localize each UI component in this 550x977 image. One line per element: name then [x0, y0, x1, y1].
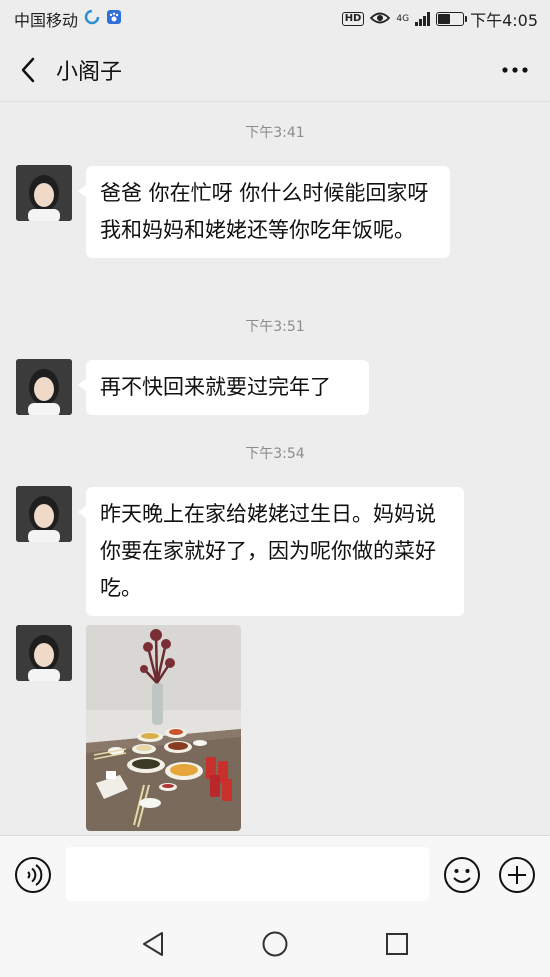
battery-icon: [436, 12, 468, 26]
square-recents-icon: [386, 933, 408, 955]
emoji-button[interactable]: [443, 856, 481, 894]
status-bar: 中国移动 HD 4G 下午4:05: [0, 0, 550, 38]
network-label: 4G: [396, 13, 410, 24]
voice-icon: [15, 857, 51, 893]
nav-back-button[interactable]: [136, 927, 170, 961]
navigation-bar: [0, 911, 550, 977]
avatar[interactable]: [16, 165, 72, 221]
photo-message[interactable]: [86, 625, 241, 831]
back-button[interactable]: [0, 38, 56, 102]
message-input[interactable]: [66, 847, 429, 901]
hd-badge: HD: [341, 12, 365, 26]
nav-recents-button[interactable]: [380, 927, 414, 961]
triangle-back-icon: [143, 932, 163, 956]
nav-home-button[interactable]: [258, 927, 292, 961]
avatar[interactable]: [16, 359, 72, 415]
chat-header: 小阁子: [0, 38, 550, 102]
circle-home-icon: [262, 931, 288, 957]
input-bar: [0, 835, 550, 911]
avatar[interactable]: [16, 486, 72, 542]
sync-icon: [84, 9, 100, 29]
battery-fill: [438, 14, 451, 24]
plus-button[interactable]: [498, 856, 536, 894]
more-dots-icon: [502, 67, 528, 73]
eye-icon: [370, 10, 391, 29]
message-bubble[interactable]: 爸爸 你在忙呀 你什么时候能回家呀 我和妈妈和姥姥还等你吃年饭呢。: [78, 166, 450, 258]
emoji-icon: [444, 857, 480, 893]
chat-area[interactable]: 下午3:41 爸爸 你在忙呀 你什么时候能回家呀 我和妈妈和姥姥还等你吃年饭呢。…: [0, 103, 550, 835]
message-bubble[interactable]: 昨天晚上在家给姥姥过生日。妈妈说你要在家就好了，因为呢你做的菜好吃。: [78, 487, 464, 616]
plus-icon: [499, 857, 535, 893]
carrier-label: 中国移动: [14, 11, 79, 30]
message-bubble[interactable]: 再不快回来就要过完年了: [78, 360, 369, 415]
chevron-left-icon: [21, 57, 35, 82]
clock-label: 下午4:05: [470, 11, 538, 30]
status-right: HD 4G 下午4:05: [341, 7, 538, 31]
time-label: 下午3:51: [245, 319, 305, 335]
more-button[interactable]: [500, 56, 530, 84]
time-label: 下午3:54: [245, 446, 305, 462]
avatar[interactable]: [16, 625, 72, 681]
time-label: 下午3:41: [245, 125, 305, 141]
page-title: 小阁子: [56, 59, 123, 85]
paw-icon: [106, 9, 122, 29]
status-left: 中国移动: [14, 7, 122, 31]
signal-icon: [415, 12, 431, 26]
voice-button[interactable]: [14, 856, 52, 894]
